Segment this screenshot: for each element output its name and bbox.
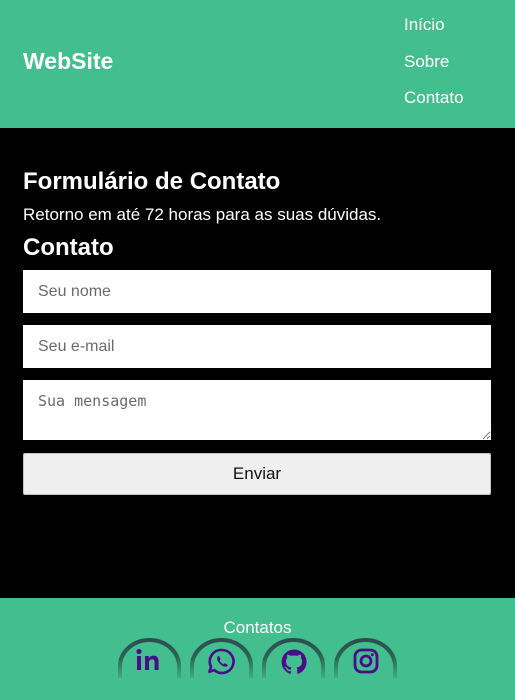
site-footer: Contatos [0,598,515,700]
nav-link-inicio[interactable]: Início [404,12,464,49]
send-button[interactable]: Enviar [23,453,491,495]
github-link[interactable] [262,638,325,682]
name-input[interactable] [23,270,491,313]
footer-title: Contatos [223,618,292,637]
email-input[interactable] [23,325,491,368]
site-logo[interactable]: WebSite [23,48,113,75]
nav-link-sobre[interactable]: Sobre [404,49,464,86]
instagram-icon [353,648,378,674]
nav-link-contato[interactable]: Contato [404,85,464,122]
main-content: Formulário de Contato Retorno em até 72 … [0,128,515,598]
nav-item-inicio: Início [404,12,464,49]
social-links [118,638,397,682]
page-subtitle: Retorno em até 72 horas para as suas dúv… [23,205,382,224]
nav-list: Início Sobre Contato [404,12,464,122]
site-header: WebSite Início Sobre Contato [0,0,515,128]
instagram-link[interactable] [334,638,397,682]
message-textarea[interactable] [23,380,491,440]
page-title: Formulário de Contato [23,168,281,195]
form-heading: Contato [23,234,114,261]
linkedin-link[interactable] [118,638,181,682]
nav-item-contato: Contato [404,85,464,122]
linkedin-icon [135,648,159,670]
github-icon [281,649,307,674]
nav-item-sobre: Sobre [404,49,464,86]
whatsapp-icon [207,648,235,675]
whatsapp-link[interactable] [190,638,253,682]
